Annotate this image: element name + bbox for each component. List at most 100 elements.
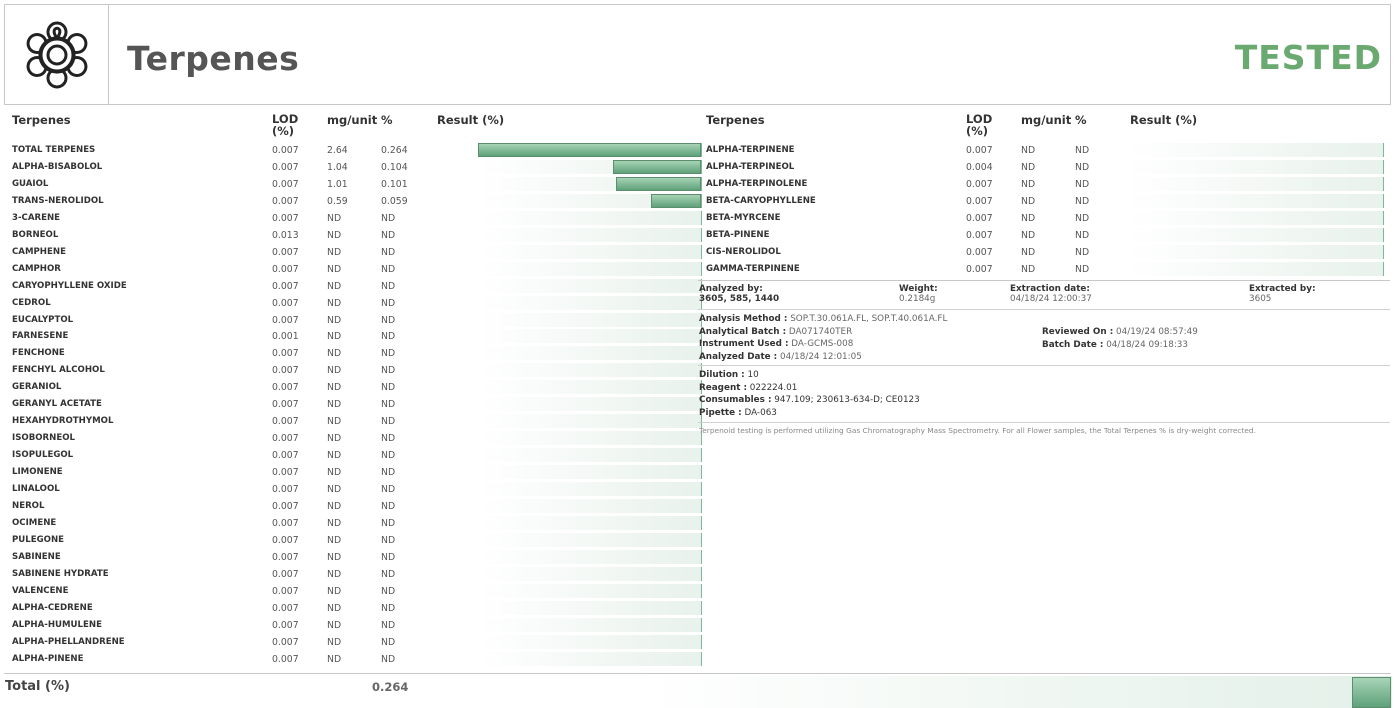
mg-value: ND (1021, 161, 1036, 173)
total-bar-track (640, 676, 1392, 708)
mg-value: ND (1021, 212, 1036, 224)
table-row: ISOBORNEOL 0.007 ND ND (12, 430, 702, 447)
review-block: Reviewed On : 04/19/24 08:57:49 Batch Da… (1042, 326, 1198, 351)
result-bar-track (1126, 193, 1384, 208)
pct-value: ND (381, 365, 396, 377)
lod-unit: (%) (272, 124, 295, 138)
lod-value: 0.007 (966, 212, 993, 224)
table-row: PULEGONE 0.007 ND ND (12, 532, 702, 549)
lod-value: 0.007 (272, 382, 299, 394)
terpene-name: SABINENE (12, 551, 61, 562)
lod-value: 0.007 (272, 619, 299, 631)
lod-value: 0.007 (966, 195, 993, 207)
pct-value: ND (381, 229, 396, 241)
total-value: 0.264 (372, 680, 409, 694)
lod-value: 0.007 (272, 416, 299, 428)
mg-value: ND (327, 551, 342, 563)
table-row: LIMONENE 0.007 ND ND (12, 464, 702, 481)
terpene-name: FENCHONE (12, 348, 65, 359)
dilution-value: 10 (747, 370, 759, 380)
result-bar-track (1126, 261, 1384, 276)
lod-value: 0.007 (272, 602, 299, 614)
lod-value: 0.007 (272, 484, 299, 495)
pct-value: ND (1075, 145, 1090, 156)
right-col-name-header: Terpenes (706, 113, 765, 127)
lod-value: 0.007 (966, 178, 993, 190)
pipette-label: Pipette : (699, 407, 742, 418)
instrument-label: Instrument Used : (699, 339, 789, 350)
instrument-value: DA-GCMS-008 (791, 339, 854, 350)
mg-value: ND (327, 619, 342, 631)
lod-value: 0.007 (966, 145, 993, 156)
prep-block: Dilution : 10 Reagent : 022224.01 Consum… (699, 369, 920, 419)
table-row: TRANS-NEROLIDOL 0.007 0.59 0.059 (12, 193, 702, 210)
mg-value: ND (327, 534, 342, 546)
terpene-name: LIMONENE (12, 467, 63, 478)
result-bar-track (479, 549, 702, 564)
result-bar-track (479, 515, 702, 530)
terpene-name: 3-CARENE (12, 212, 61, 223)
mg-value: ND (327, 585, 342, 597)
result-bar-track (1126, 210, 1384, 225)
terpene-name: BORNEOL (12, 229, 59, 240)
pct-value: ND (1075, 195, 1090, 207)
table-row: ALPHA-CEDRENE 0.007 ND ND (12, 600, 702, 617)
lod-value: 0.007 (272, 399, 299, 411)
result-bar-track (479, 380, 702, 395)
table-row: BETA-MYRCENE 0.007 ND ND (706, 210, 1386, 227)
table-row: ALPHA-PHELLANDRENE 0.007 ND ND (12, 634, 702, 651)
table-row: 3-CARENE 0.007 ND ND (12, 210, 702, 227)
lod-value: 0.007 (272, 467, 299, 479)
mg-value: ND (1021, 263, 1036, 275)
mg-value: ND (327, 500, 342, 512)
mg-value: ND (327, 416, 342, 428)
pct-value: ND (381, 517, 396, 529)
pct-value: ND (1075, 178, 1090, 190)
terpene-name: CARYOPHYLLENE OXIDE (12, 280, 127, 291)
total-bar (1352, 677, 1391, 708)
terpene-name: GERANIOL (12, 382, 62, 393)
left-col-mg-header: mg/unit (327, 113, 378, 127)
terpene-name: ALPHA-HUMULENE (12, 619, 102, 630)
mg-value: ND (327, 246, 342, 258)
table-row: SABINENE 0.007 ND ND (12, 549, 702, 566)
reagent-label: Reagent : (699, 382, 747, 393)
pct-value: 0.101 (381, 178, 408, 190)
lod-value: 0.013 (272, 229, 299, 241)
left-col-name-header: Terpenes (12, 113, 71, 127)
lod-value: 0.007 (272, 212, 299, 224)
table-row: GERANIOL 0.007 ND ND (12, 379, 702, 396)
terpene-name: HEXAHYDROTHYMOL (12, 416, 114, 427)
result-bar (616, 176, 701, 191)
lod-value: 0.007 (272, 145, 299, 156)
flower-icon (26, 21, 87, 88)
analyzed-by-block: Analyzed by: 3605, 585, 1440 (699, 284, 779, 304)
result-bar-track (479, 414, 702, 429)
total-label: Total (%) (5, 679, 70, 694)
dilution-label: Dilution : (699, 370, 745, 380)
table-row: ALPHA-TERPINEOL 0.004 ND ND (706, 159, 1386, 176)
table-row: CARYOPHYLLENE OXIDE 0.007 ND ND (12, 278, 702, 295)
pct-value: ND (381, 602, 396, 614)
terpene-name: ALPHA-PHELLANDRENE (12, 636, 125, 647)
result-bar-track (479, 532, 702, 547)
mg-value: ND (327, 450, 342, 462)
pct-value: ND (381, 348, 396, 360)
mg-value: ND (1021, 145, 1036, 156)
terpene-name: ALPHA-PINENE (12, 653, 84, 664)
batch-label: Analytical Batch : (699, 326, 787, 337)
pct-value: ND (381, 416, 396, 428)
lod-value: 0.007 (272, 636, 299, 648)
lod-value: 0.007 (272, 568, 299, 580)
lod-value: 0.007 (272, 450, 299, 462)
terpene-name: SABINENE HYDRATE (12, 568, 109, 579)
table-row: CAMPHENE 0.007 ND ND (12, 244, 702, 261)
result-bar-track (479, 176, 702, 191)
lod-value: 0.007 (272, 585, 299, 597)
pct-value: ND (381, 212, 396, 224)
left-col-pct-header: % (381, 113, 393, 127)
terpene-name: BETA-PINENE (706, 229, 770, 240)
pct-value: ND (381, 534, 396, 546)
terpene-name: CEDROL (12, 297, 51, 308)
result-bar-track (479, 482, 702, 496)
